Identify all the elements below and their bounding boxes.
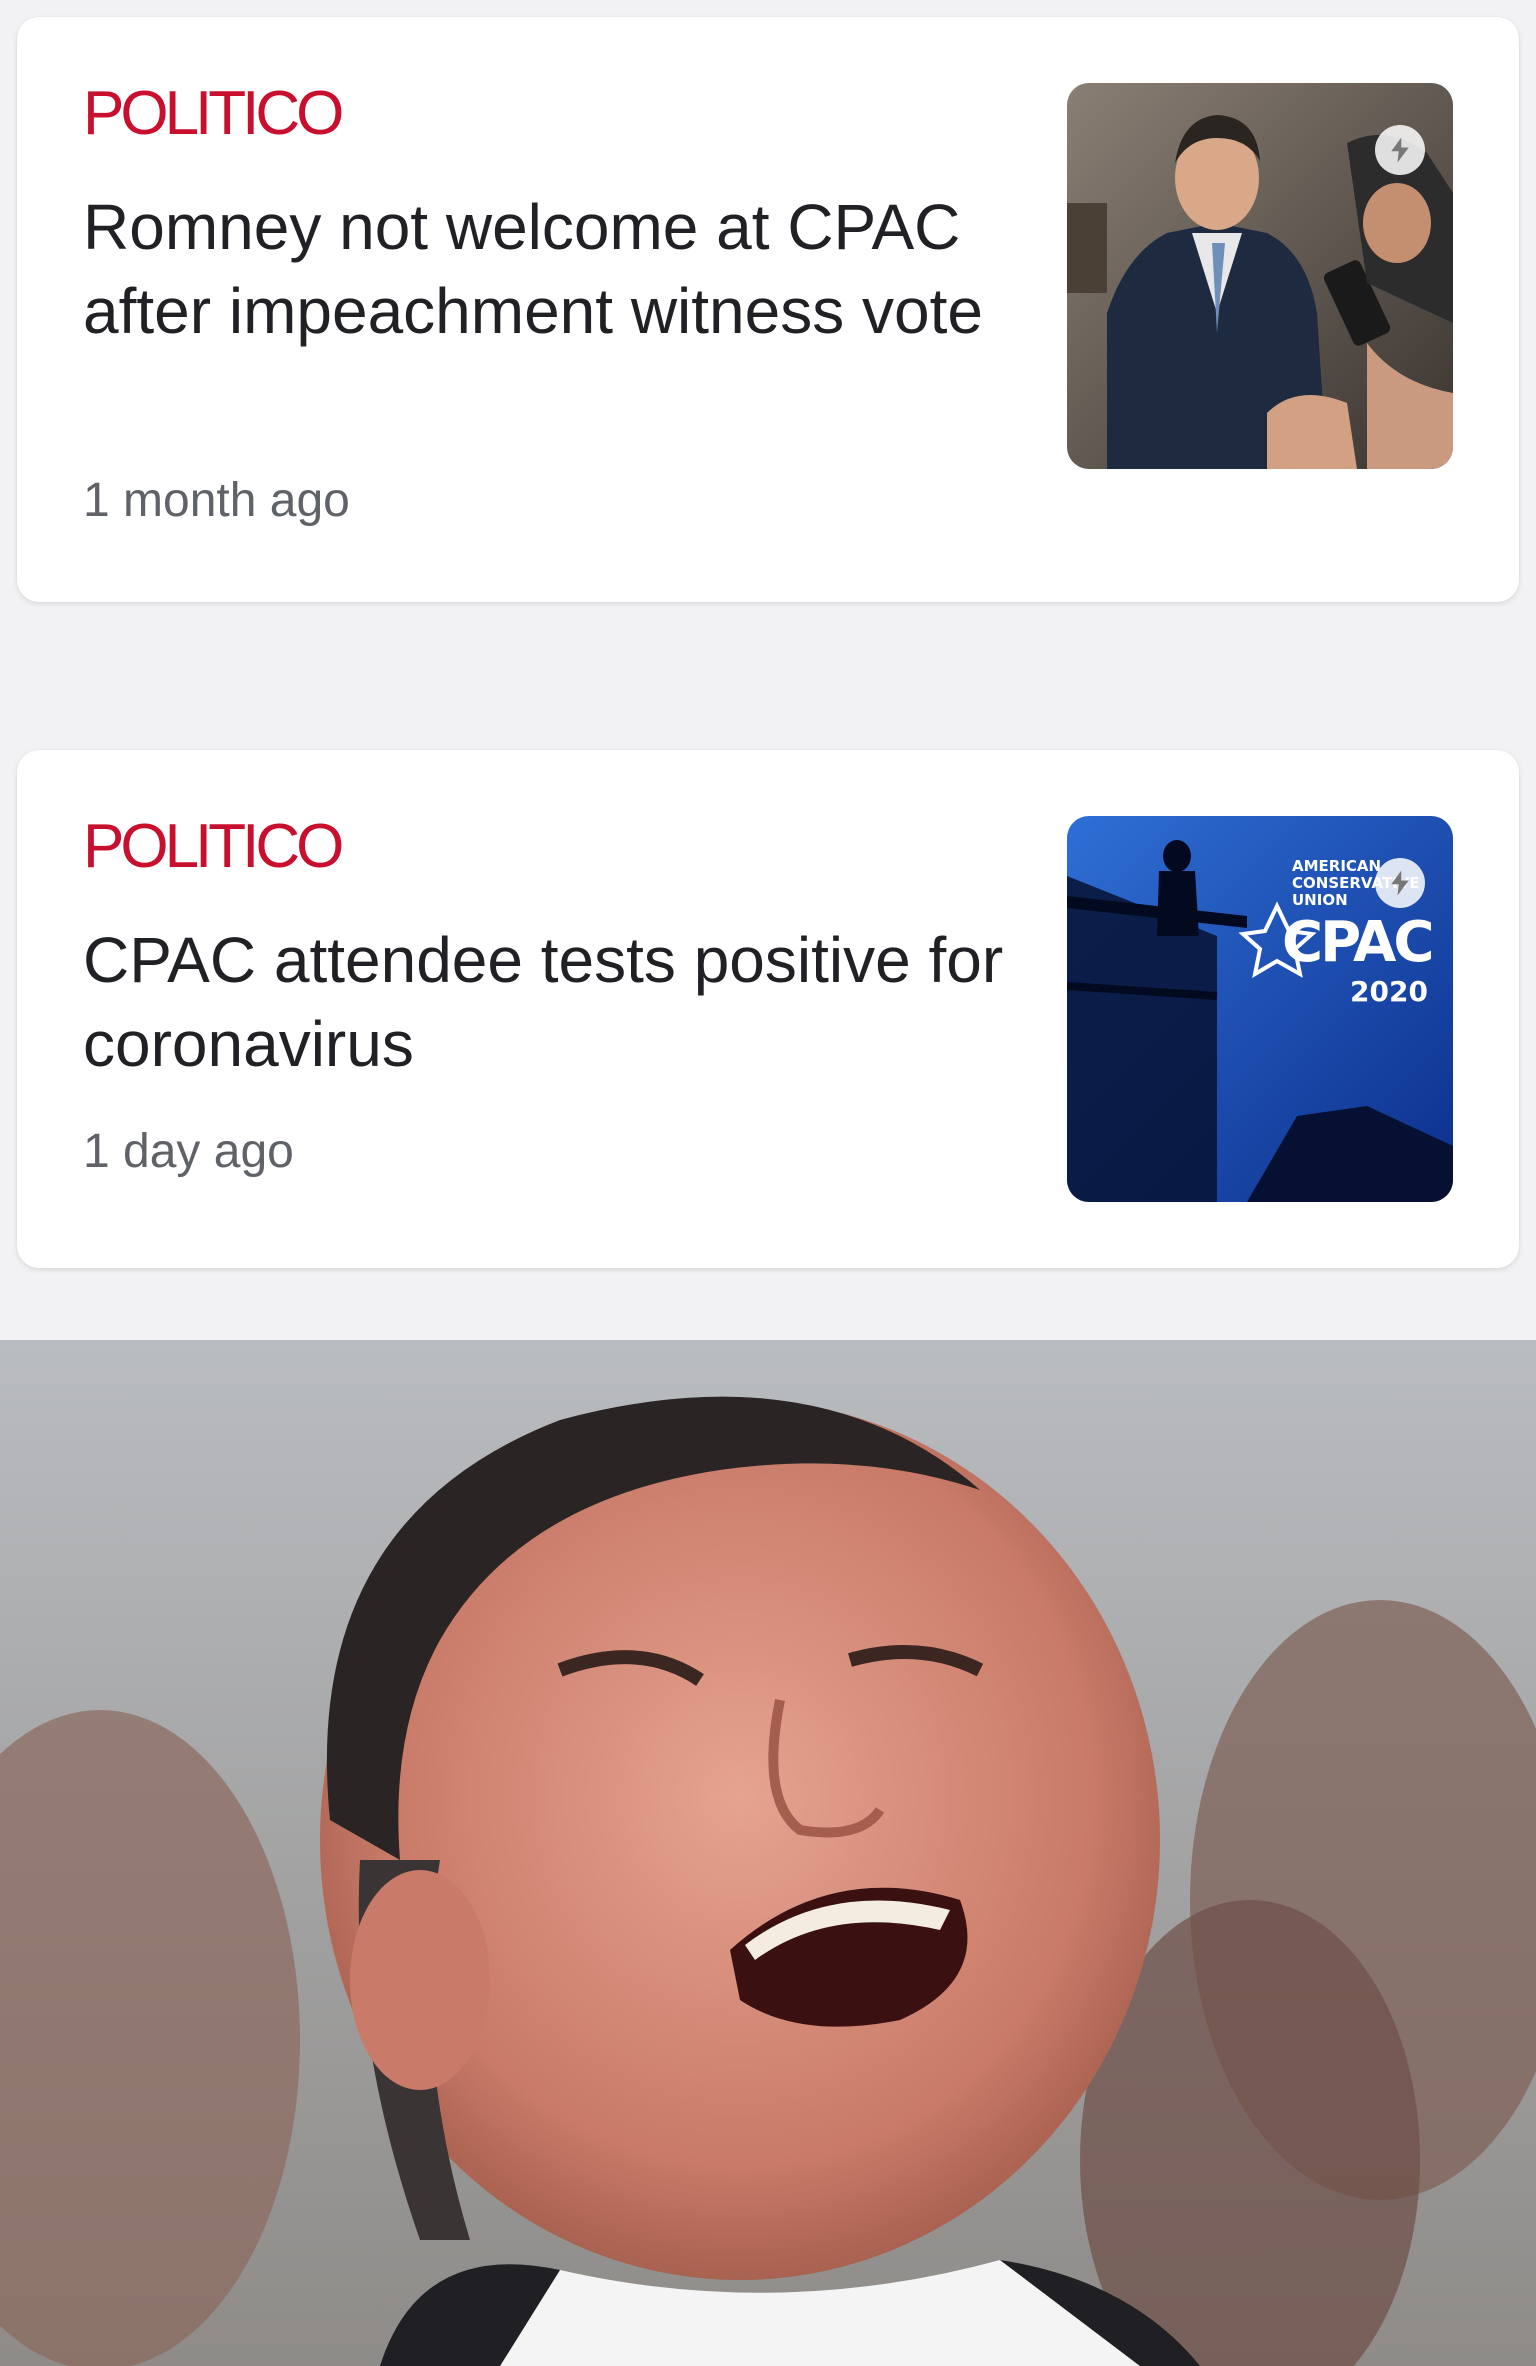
thumbnail-image[interactable]	[1067, 83, 1453, 469]
source-logo-politico: POLITICO	[83, 79, 344, 148]
org-text-1: AMERICAN	[1292, 857, 1381, 875]
year-text: 2020	[1350, 975, 1428, 1008]
amp-lightning-icon	[1375, 125, 1425, 175]
laughing-man-photo	[0, 1340, 1536, 2366]
timestamp: 1 day ago	[83, 1125, 294, 1178]
headline[interactable]: Romney not welcome at CPAC after impeach…	[83, 185, 1023, 353]
news-card-cpac[interactable]: POLITICO CPAC attendee tests positive fo…	[17, 750, 1519, 1268]
amp-lightning-icon	[1375, 858, 1425, 908]
source-logo-politico: POLITICO	[83, 812, 344, 881]
org-text-3: UNION	[1292, 891, 1348, 909]
timestamp: 1 month ago	[83, 474, 350, 527]
headline[interactable]: CPAC attendee tests positive for coronav…	[83, 918, 1023, 1086]
news-card-romney[interactable]: POLITICO Romney not welcome at CPAC afte…	[17, 17, 1519, 602]
thumbnail-image[interactable]: AMERICAN CONSERVATIVE UNION CPAC 2020	[1067, 816, 1453, 1202]
